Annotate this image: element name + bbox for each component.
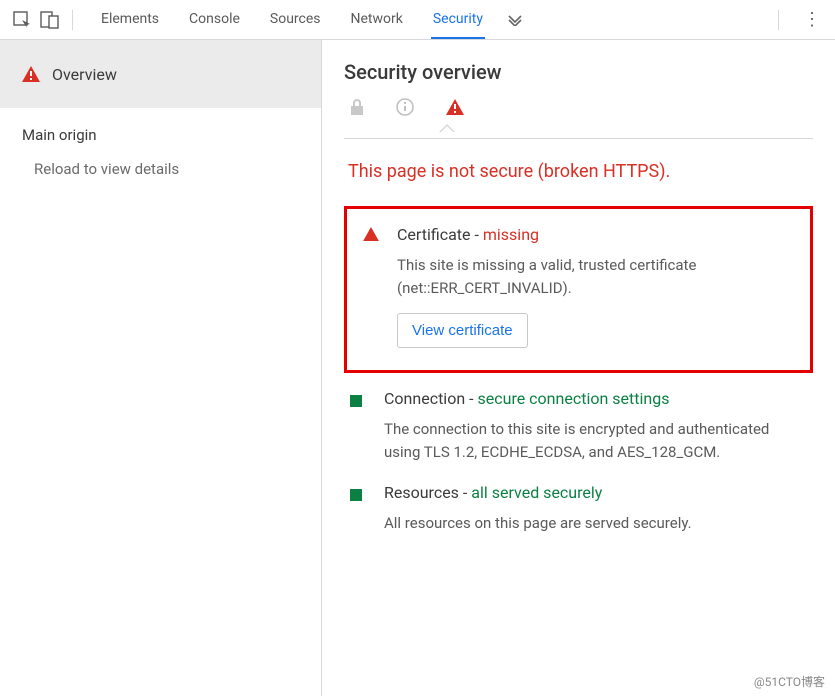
tab-console[interactable]: Console — [187, 1, 242, 39]
dash: - — [474, 225, 482, 244]
warning-triangle-icon — [446, 99, 464, 115]
connection-title: Connection - secure connection settings — [384, 389, 807, 408]
watermark: @51CTO博客 — [754, 673, 825, 690]
resources-status: all served securely — [471, 483, 602, 502]
resources-row: Resources - all served securely All reso… — [344, 467, 813, 539]
certificate-body: Certificate - missing This site is missi… — [397, 225, 788, 348]
connection-body: Connection - secure connection settings … — [384, 389, 807, 463]
tabbar-right: ⋮ — [770, 9, 827, 30]
resources-label: Resources — [384, 483, 459, 502]
page-title: Security overview — [344, 60, 813, 84]
certificate-desc: This site is missing a valid, trusted ce… — [397, 254, 788, 299]
connection-desc: The connection to this site is encrypted… — [384, 418, 807, 463]
separator — [778, 10, 779, 30]
device-toolbar-icon[interactable] — [36, 6, 64, 34]
connection-label: Connection — [384, 389, 465, 408]
certificate-row: Certificate - missing This site is missi… — [357, 223, 794, 352]
tab-network[interactable]: Network — [349, 1, 405, 39]
tab-sources[interactable]: Sources — [268, 1, 323, 39]
warning-triangle-icon — [22, 66, 40, 82]
kebab-menu-icon[interactable]: ⋮ — [797, 9, 827, 30]
inspect-element-icon[interactable] — [8, 6, 36, 34]
certificate-label: Certificate — [397, 225, 471, 244]
certificate-status: missing — [483, 225, 539, 244]
more-tabs-icon[interactable] — [507, 14, 523, 26]
resources-body: Resources - all served securely All reso… — [384, 483, 807, 535]
certificate-section-highlight: Certificate - missing This site is missi… — [344, 206, 813, 373]
warning-triangle-icon — [363, 225, 381, 348]
resources-desc: All resources on this page are served se… — [384, 512, 807, 535]
tab-elements[interactable]: Elements — [99, 1, 161, 39]
caret-indicator-fill — [440, 126, 454, 133]
connection-row: Connection - secure connection settings … — [344, 373, 813, 467]
secure-square-icon — [350, 483, 368, 535]
sidebar-overview-label: Overview — [52, 65, 117, 84]
security-sidebar: Overview Main origin Reload to view deta… — [0, 40, 322, 696]
security-warning-text: This page is not secure (broken HTTPS). — [344, 139, 813, 192]
connection-status: secure connection settings — [478, 389, 670, 408]
separator — [72, 10, 73, 30]
lock-icon — [350, 99, 364, 115]
view-certificate-button[interactable]: View certificate — [397, 313, 528, 348]
summary-icon-row — [350, 98, 813, 116]
sidebar-reload-hint: Reload to view details — [0, 150, 321, 186]
resources-title: Resources - all served securely — [384, 483, 807, 502]
certificate-title: Certificate - missing — [397, 225, 788, 244]
tab-security[interactable]: Security — [431, 1, 485, 39]
sidebar-main-origin-label: Main origin — [0, 108, 321, 150]
sidebar-item-overview[interactable]: Overview — [0, 40, 321, 108]
security-main: Security overview This page is not secur… — [322, 40, 835, 696]
devtools-tabbar: Elements Console Sources Network Securit… — [0, 0, 835, 40]
secure-square-icon — [350, 389, 368, 463]
dash: - — [469, 389, 477, 408]
panel-tabs: Elements Console Sources Network Securit… — [99, 1, 485, 39]
info-icon — [396, 98, 414, 116]
panel-body: Overview Main origin Reload to view deta… — [0, 40, 835, 696]
